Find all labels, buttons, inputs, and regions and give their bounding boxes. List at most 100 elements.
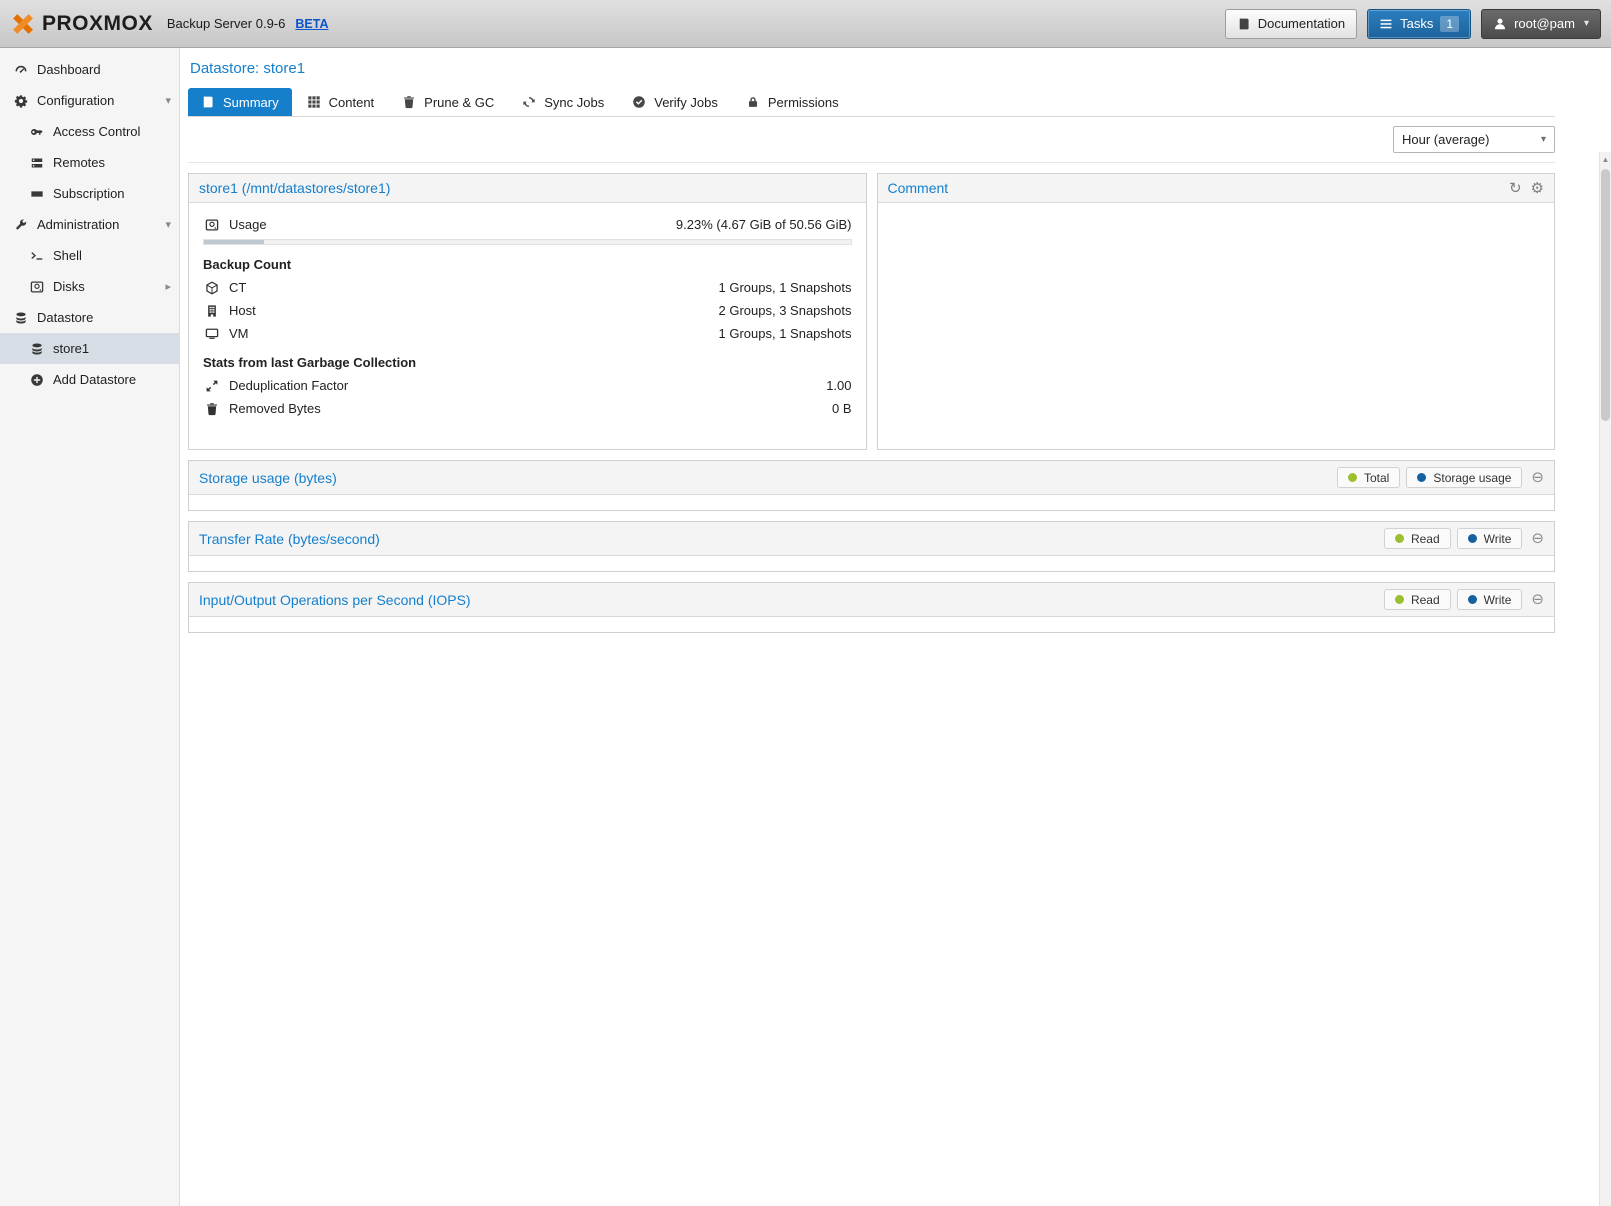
sidebar-item-shell[interactable]: Shell <box>0 240 179 271</box>
row-value: 1 Groups, 1 Snapshots <box>719 326 852 341</box>
legend-toggle-total[interactable]: Total <box>1337 467 1400 488</box>
sidebar-item-administration[interactable]: Administration▾ <box>0 209 179 240</box>
usage-row: Usage 9.23% (4.67 GiB of 50.56 GiB) <box>203 213 852 236</box>
lock-icon <box>746 95 760 109</box>
host-row: Host2 Groups, 3 Snapshots <box>203 299 852 322</box>
chart-legend: Read Write <box>1384 589 1522 610</box>
row-label: VM <box>229 326 249 341</box>
tab-label: Summary <box>223 95 279 110</box>
vertical-scrollbar[interactable]: ▲ <box>1599 152 1611 1206</box>
legend-label: Write <box>1484 593 1512 607</box>
legend-toggle-write[interactable]: Write <box>1457 528 1523 549</box>
panel-title: store1 (/mnt/datastores/store1) <box>199 180 390 196</box>
product-version: Backup Server 0.9-6 <box>167 16 286 31</box>
chart-title: Storage usage (bytes) <box>199 470 337 486</box>
ticket-icon <box>28 187 45 201</box>
user-menu-button[interactable]: root@pam ▾ <box>1481 9 1601 39</box>
sidebar-item-configuration[interactable]: Configuration▾ <box>0 85 179 116</box>
scroll-up-button[interactable]: ▲ <box>1600 152 1611 166</box>
gauge-icon <box>12 63 29 77</box>
documentation-button[interactable]: Documentation <box>1225 9 1357 39</box>
content-area: Datastore: store1 Summary ContentPrune & … <box>180 48 1611 1206</box>
scrollbar-thumb[interactable] <box>1601 169 1610 421</box>
sidebar-item-label: Dashboard <box>37 62 101 77</box>
legend-toggle-write[interactable]: Write <box>1457 589 1523 610</box>
tab-prune-gc[interactable]: Prune & GC <box>389 88 507 116</box>
chart-title: Transfer Rate (bytes/second) <box>199 531 380 547</box>
sidebar-item-dashboard[interactable]: Dashboard <box>0 54 179 85</box>
usage-progress-fill <box>204 240 264 244</box>
panel-title: Comment <box>888 180 949 196</box>
tab-content[interactable]: Content <box>294 88 388 116</box>
collapse-panel-icon[interactable]: ⊖ <box>1531 531 1544 546</box>
chart-legend: Total Storage usage <box>1337 467 1522 488</box>
toolbar: Hour (average) ▾ <box>188 117 1555 163</box>
sidebar-item-label: Datastore <box>37 310 93 325</box>
legend-toggle-read[interactable]: Read <box>1384 589 1451 610</box>
row-value: 0 B <box>832 401 852 416</box>
backup-count-rows: CT1 Groups, 1 SnapshotsHost2 Groups, 3 S… <box>203 276 852 345</box>
key-icon <box>28 125 45 139</box>
tasks-count-badge: 1 <box>1440 16 1459 32</box>
tab-label: Sync Jobs <box>544 95 604 110</box>
trash-icon <box>203 402 220 416</box>
plus-circle-icon <box>28 373 45 387</box>
row-label: Host <box>229 303 256 318</box>
sidebar-item-store1[interactable]: store1 <box>0 333 179 364</box>
legend-label: Read <box>1411 532 1440 546</box>
ct-row: CT1 Groups, 1 Snapshots <box>203 276 852 299</box>
sidebar-item-disks[interactable]: Disks▸ <box>0 271 179 302</box>
summary-row: store1 (/mnt/datastores/store1) Usage 9.… <box>188 173 1555 450</box>
tasks-button[interactable]: Tasks 1 <box>1367 9 1471 39</box>
backup-count-heading: Backup Count <box>203 247 852 276</box>
legend-label: Write <box>1484 532 1512 546</box>
tab-permissions[interactable]: Permissions <box>733 88 852 116</box>
tab-summary[interactable]: Summary <box>188 88 292 116</box>
terminal-icon <box>28 249 45 263</box>
proxmox-logo-icon <box>10 12 36 36</box>
database-icon <box>28 342 45 356</box>
sidebar-item-subscription[interactable]: Subscription <box>0 178 179 209</box>
sidebar-item-label: Add Datastore <box>53 372 136 387</box>
beta-link[interactable]: BETA <box>295 17 328 31</box>
check-circle-icon <box>632 95 646 109</box>
legend-color-dot <box>1468 534 1477 543</box>
collapse-panel-icon[interactable]: ⊖ <box>1531 470 1544 485</box>
transfer-rate-chart-panel: Transfer Rate (bytes/second) Read Write ⊖… <box>188 521 1555 572</box>
sidebar-item-access-control[interactable]: Access Control <box>0 116 179 147</box>
row-label: CT <box>229 280 246 295</box>
legend-toggle-storage-usage[interactable]: Storage usage <box>1406 467 1522 488</box>
transfer-rate-chart: 0500 k1 M1.5 M2 M2020-11-0611:01:002020-… <box>189 556 1554 571</box>
sidebar-item-datastore[interactable]: Datastore <box>0 302 179 333</box>
refresh-icon[interactable]: ↻ <box>1509 181 1522 196</box>
comment-content[interactable] <box>878 203 1555 449</box>
chevron-right-icon: ▸ <box>165 280 171 293</box>
time-range-value: Hour (average) <box>1402 132 1489 147</box>
legend-color-dot <box>1395 595 1404 604</box>
legend-toggle-read[interactable]: Read <box>1384 528 1451 549</box>
tab-label: Verify Jobs <box>654 95 718 110</box>
list-icon <box>1379 17 1393 31</box>
sidebar-item-label: Remotes <box>53 155 105 170</box>
removed-bytes-row: Removed Bytes 0 B <box>203 397 852 420</box>
collapse-panel-icon[interactable]: ⊖ <box>1531 592 1544 607</box>
sidebar-item-add-datastore[interactable]: Add Datastore <box>0 364 179 395</box>
hdd-icon <box>203 218 220 232</box>
storage-usage-chart: 010 G20 G30 G40 G50 G60 G2020-11-0611:01… <box>189 495 1554 510</box>
row-label: Removed Bytes <box>229 401 321 416</box>
tab-sync-jobs[interactable]: Sync Jobs <box>509 88 617 116</box>
monitor-icon <box>203 327 220 341</box>
legend-label: Storage usage <box>1433 471 1511 485</box>
page-title: Datastore: store1 <box>188 56 1555 88</box>
sidebar-item-remotes[interactable]: Remotes <box>0 147 179 178</box>
tab-bar: Summary ContentPrune & GC Sync Jobs Verify … <box>188 88 1555 117</box>
iops-chart: 01020304050602020-11-0611:01:002020-11-0… <box>189 617 1554 632</box>
gear-icon[interactable]: ⚙ <box>1531 181 1544 196</box>
trash-icon <box>402 95 416 109</box>
panel-header: Input/Output Operations per Second (IOPS… <box>189 583 1554 617</box>
main-layout: Dashboard Configuration▾Access Control Rem… <box>0 48 1611 1206</box>
time-range-select[interactable]: Hour (average) ▾ <box>1393 126 1555 153</box>
panel-header: store1 (/mnt/datastores/store1) <box>189 174 866 203</box>
chevron-down-icon: ▾ <box>165 94 171 107</box>
tab-verify-jobs[interactable]: Verify Jobs <box>619 88 731 116</box>
